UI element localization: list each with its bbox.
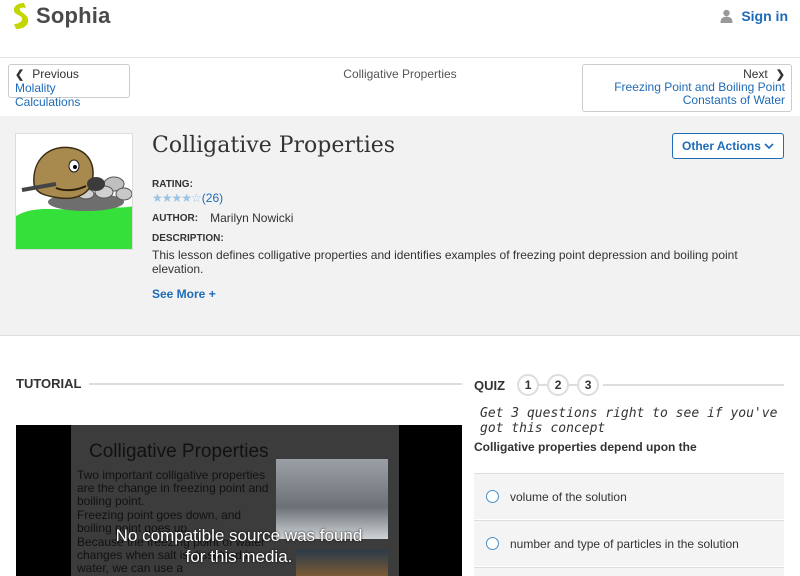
video-error-line1: No compatible source was found [115, 526, 363, 545]
author-label: AUTHOR: [152, 212, 199, 224]
sign-in-label: Sign in [741, 8, 788, 24]
previous-label: Previous [32, 67, 79, 81]
rating-widget[interactable]: ★★★★☆ (26) [152, 191, 223, 205]
rating-label: RATING: [152, 179, 193, 190]
quiz-heading-label: QUIZ [474, 377, 506, 393]
other-actions-label: Other Actions [682, 139, 761, 153]
quiz-question-number-2[interactable]: 2 [547, 374, 570, 396]
lesson-info-panel: Colligative Properties Other Actions RAT… [0, 116, 800, 336]
quiz-question-number-1[interactable]: 1 [517, 374, 540, 396]
author-name: Marilyn Nowicki [210, 211, 294, 225]
chevron-left-icon: ❮ [15, 68, 25, 81]
mole-illustration [16, 134, 132, 249]
tutorial-heading: TUTORIAL [16, 376, 462, 391]
lesson-description: This lesson defines colligative properti… [152, 248, 738, 276]
next-lesson-title-line2: Constants of Water [682, 93, 785, 107]
quiz-step-connector [539, 384, 548, 386]
quiz-answer-label: number and type of particles in the solu… [510, 536, 739, 551]
chevron-down-icon [764, 142, 774, 149]
quiz-answer-label: volume of the solution [510, 489, 627, 504]
quiz-answer-option[interactable] [474, 567, 784, 576]
quiz-answer-option[interactable]: number and type of particles in the solu… [474, 520, 784, 566]
quiz-heading: QUIZ 1 2 3 [474, 374, 784, 396]
sign-in-link[interactable]: Sign in [720, 8, 788, 24]
user-icon [720, 9, 733, 23]
other-actions-button[interactable]: Other Actions [672, 133, 784, 159]
lesson-title: Colligative Properties [152, 133, 396, 158]
rating-count: (26) [201, 191, 224, 205]
quiz-question-text: Colligative properties depend upon the [474, 440, 697, 454]
brand-name: Sophia [36, 3, 111, 28]
lesson-navigation: ❮ Previous Molality Calculations Colligat… [0, 58, 800, 116]
quiz-answer-option[interactable]: volume of the solution [474, 473, 784, 519]
slide-bullet: Two important colligative properties are… [77, 468, 269, 508]
video-error-line2: for this media. [185, 547, 293, 566]
next-lesson-button[interactable]: Next ❯ Freezing Point and Boiling Point C… [582, 64, 792, 112]
previous-lesson-button[interactable]: ❮ Previous Molality Calculations [8, 64, 130, 109]
radio-button[interactable] [486, 537, 499, 550]
tutorial-video-player[interactable]: Colligative Properties Two important col… [16, 425, 462, 576]
previous-lesson-title: Molality Calculations [15, 81, 81, 109]
quiz-step-connector [569, 384, 578, 386]
rating-stars-icon: ★★★★☆ [152, 191, 202, 205]
description-label: DESCRIPTION: [152, 233, 224, 244]
next-label: Next [743, 67, 768, 81]
quiz-tagline: Get 3 questions right to see if you've g… [480, 406, 778, 436]
tutorial-heading-label: TUTORIAL [16, 376, 82, 391]
radio-button[interactable] [486, 490, 499, 503]
sophia-logo[interactable]: Sophia [10, 2, 111, 30]
quiz-question-number-3[interactable]: 3 [577, 374, 600, 396]
tutorial-divider [89, 382, 462, 385]
sophia-logo-icon [13, 3, 29, 29]
see-more-link[interactable]: See More + [152, 287, 216, 301]
video-error-message: No compatible source was found for this … [16, 525, 462, 567]
site-header: Sophia Sign in [0, 0, 800, 58]
author-row: AUTHOR: Marilyn Nowicki [152, 211, 293, 225]
lesson-thumbnail [15, 133, 133, 250]
quiz-divider [603, 384, 784, 386]
slide-title: Colligative Properties [89, 441, 269, 462]
